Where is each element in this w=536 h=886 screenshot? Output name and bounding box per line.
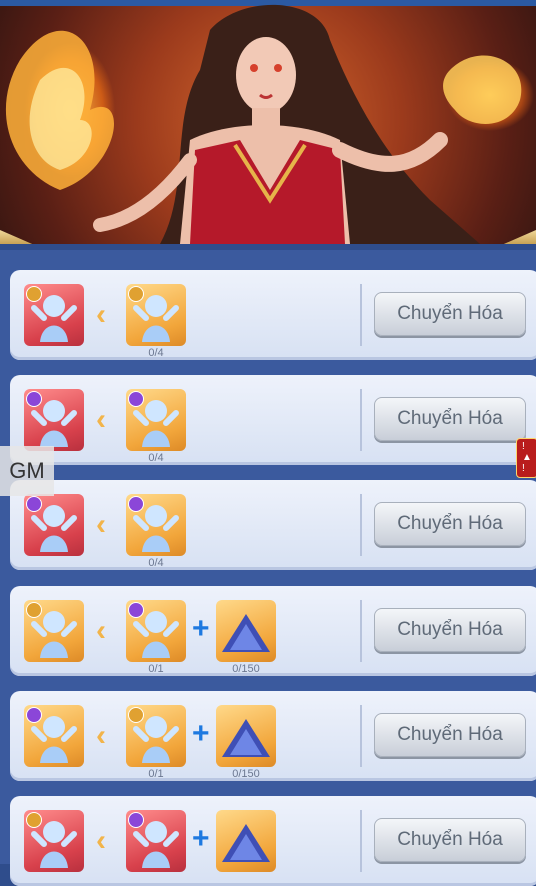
arrow-left-icon: ‹ — [96, 824, 106, 857]
result-item-card[interactable] — [24, 284, 84, 346]
input-count: 0/1 — [148, 768, 164, 780]
result-item-card[interactable] — [24, 600, 84, 662]
conversion-row: ‹ 0/1 + 0/150 Chuyển Hóa — [10, 586, 536, 676]
input-item-card[interactable] — [126, 600, 186, 662]
input-item-card[interactable] — [126, 494, 186, 556]
conversion-row: ‹ 0/4 Chuyển Hóa — [10, 480, 536, 570]
arrow-left-icon: ‹ — [96, 719, 106, 752]
convert-button[interactable]: Chuyển Hóa — [374, 608, 526, 652]
convert-button[interactable]: Chuyển Hóa — [374, 713, 526, 757]
row-divider — [360, 810, 362, 872]
convert-button[interactable]: Chuyển Hóa — [374, 292, 526, 336]
rank-badge-icon — [26, 707, 42, 723]
dust-count: 0/150 — [232, 663, 260, 675]
input-item-card[interactable] — [126, 389, 186, 451]
crystal-dust-icon — [222, 719, 270, 757]
rank-badge-icon — [26, 391, 42, 407]
result-item-card[interactable] — [24, 810, 84, 872]
convert-button[interactable]: Chuyển Hóa — [374, 818, 526, 862]
dust-count: 0/150 — [232, 768, 260, 780]
row-divider — [360, 705, 362, 767]
convert-button[interactable]: Chuyển Hóa — [374, 397, 526, 441]
crystal-dust-card[interactable] — [216, 705, 276, 767]
rank-badge-icon — [128, 812, 144, 828]
input-count: 0/4 — [148, 557, 164, 569]
rank-badge-icon — [26, 496, 42, 512]
result-item-card[interactable] — [24, 389, 84, 451]
conversion-row: ‹ 0/4 Chuyển Hóa — [10, 375, 536, 465]
input-count: 0/4 — [148, 347, 164, 359]
input-count: 0/1 — [148, 663, 164, 675]
result-item-card[interactable] — [24, 705, 84, 767]
conversion-row: ‹ 0/4 Chuyển Hóa — [10, 270, 536, 360]
arrow-left-icon: ‹ — [96, 614, 106, 647]
input-count: 0/4 — [148, 452, 164, 464]
convert-button[interactable]: Chuyển Hóa — [374, 502, 526, 546]
rank-badge-icon — [26, 286, 42, 302]
plus-icon: + — [192, 822, 210, 855]
crystal-dust-icon — [222, 824, 270, 862]
gm-overlay-button[interactable]: GM — [0, 446, 54, 496]
rank-badge-icon — [128, 602, 144, 618]
conversion-row: ‹ + Chuyển Hóa — [10, 796, 536, 886]
input-item-card[interactable] — [126, 810, 186, 872]
alert-badge-icon[interactable]: ! ▲! — [516, 438, 536, 478]
plus-icon: + — [192, 612, 210, 645]
crystal-dust-card[interactable] — [216, 600, 276, 662]
rank-badge-icon — [128, 707, 144, 723]
rank-badge-icon — [26, 812, 42, 828]
plus-icon: + — [192, 717, 210, 750]
row-divider — [360, 284, 362, 346]
arrow-left-icon: ‹ — [96, 298, 106, 331]
conversion-row: ‹ 0/1 + 0/150 Chuyển Hóa — [10, 691, 536, 781]
input-item-card[interactable] — [126, 284, 186, 346]
row-divider — [360, 494, 362, 556]
rank-badge-icon — [128, 496, 144, 512]
row-divider — [360, 600, 362, 662]
hero-character-illustration — [5, 4, 522, 244]
result-item-card[interactable] — [24, 494, 84, 556]
rank-badge-icon — [128, 286, 144, 302]
crystal-dust-card[interactable] — [216, 810, 276, 872]
arrow-left-icon: ‹ — [96, 403, 106, 436]
input-item-card[interactable] — [126, 705, 186, 767]
row-divider — [360, 389, 362, 451]
rank-badge-icon — [128, 391, 144, 407]
arrow-left-icon: ‹ — [96, 508, 106, 541]
crystal-dust-icon — [222, 614, 270, 652]
hero-banner — [0, 0, 536, 244]
rank-badge-icon — [26, 602, 42, 618]
